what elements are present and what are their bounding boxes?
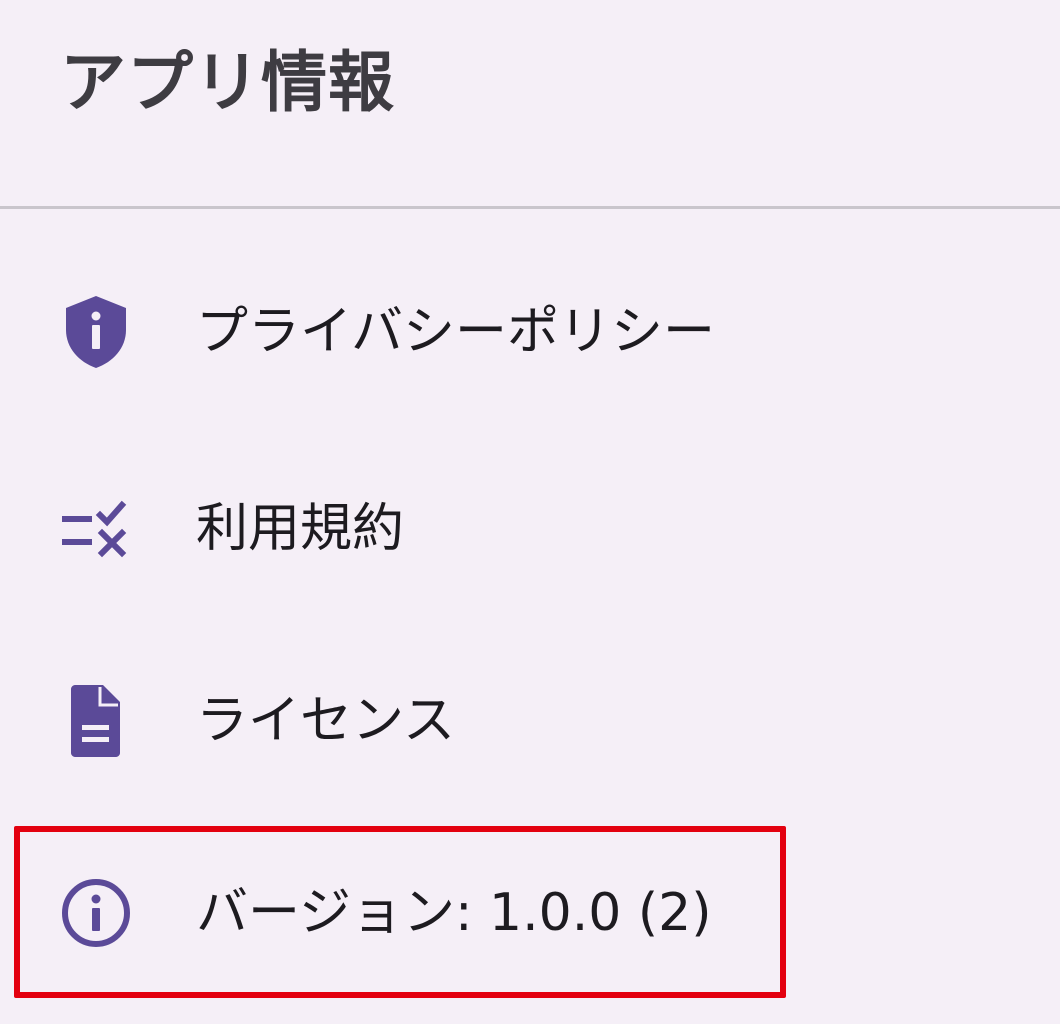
list-item-version[interactable]: バージョン: 1.0.0 (2) [0, 843, 1060, 983]
page-title: アプリ情報 [60, 44, 395, 121]
list-item-label: バージョン: 1.0.0 (2) [196, 883, 712, 943]
info-circle-icon [56, 873, 136, 953]
list-item-label: 利用規約 [196, 499, 405, 559]
header-divider [0, 206, 1060, 209]
document-icon [56, 681, 136, 761]
terms-checklist-icon [56, 489, 136, 569]
app-bar: アプリ情報 [0, 0, 1060, 206]
list-item-label: ライセンス [196, 691, 455, 751]
list-item-privacy-policy[interactable]: プライバシーポリシー [0, 262, 1060, 402]
list-item-label: プライバシーポリシー [196, 302, 715, 362]
list-item-license[interactable]: ライセンス [0, 651, 1060, 791]
list-item-terms[interactable]: 利用規約 [0, 459, 1060, 599]
shield-info-icon [56, 292, 136, 372]
